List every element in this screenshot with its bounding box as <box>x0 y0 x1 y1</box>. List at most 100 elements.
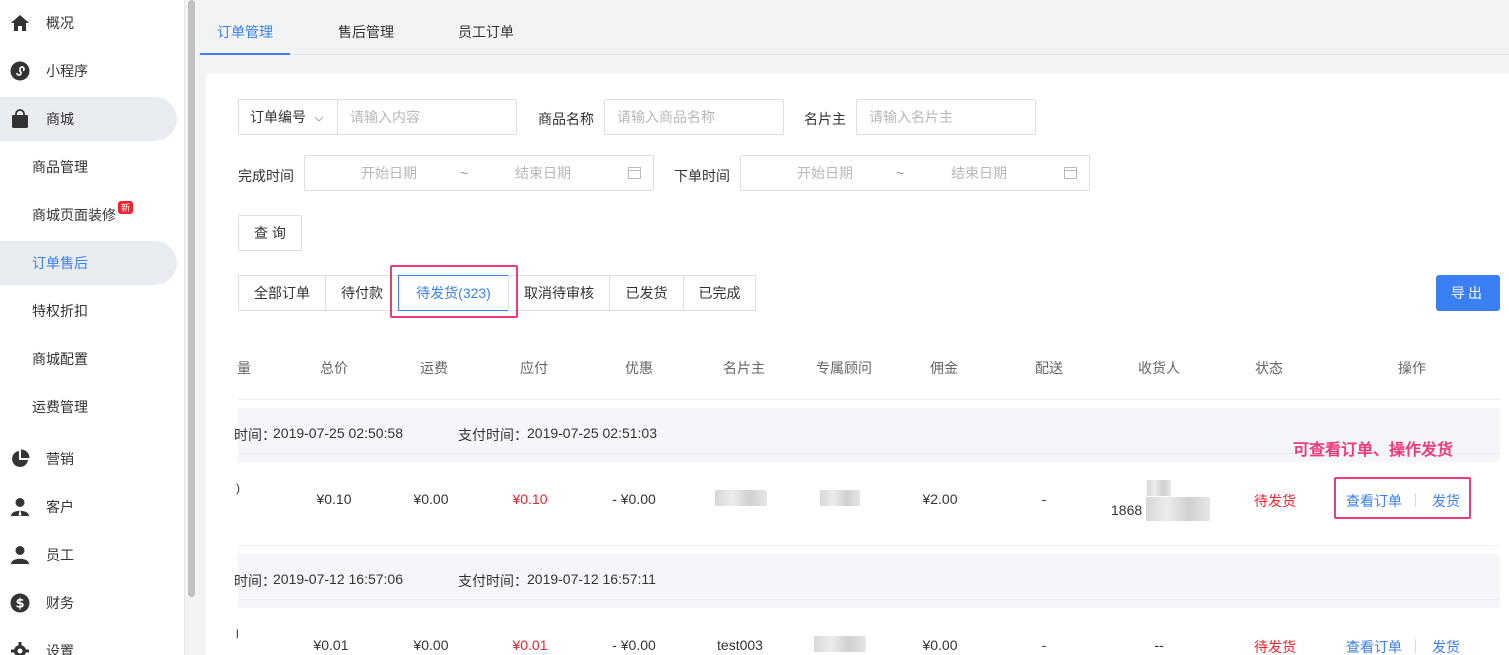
qty-cell: ) <box>236 481 240 495</box>
status-tab-all[interactable]: 全部订单 <box>238 275 326 311</box>
order-time-range[interactable]: 开始日期 ~ 结束日期 <box>740 155 1090 191</box>
column-header-commission: 佣金 <box>930 360 958 376</box>
sidebar-item-label: 营销 <box>46 451 74 467</box>
sidebar-sub-discount[interactable]: 特权折扣 <box>0 289 177 333</box>
top-tabs: 订单管理 售后管理 员工订单 <box>198 0 1509 55</box>
status-tab-unpaid[interactable]: 待付款 <box>325 275 399 311</box>
complete-time-range[interactable]: 开始日期 ~ 结束日期 <box>304 155 654 191</box>
card-owner-redacted <box>715 490 767 506</box>
sidebar-sub-orders[interactable]: 订单售后 <box>0 241 177 285</box>
export-button[interactable]: 导出 <box>1436 275 1500 311</box>
total-cell: ¥0.10 <box>316 491 352 507</box>
card-owner-placeholder: 请输入名片主 <box>869 109 953 125</box>
column-header-freight: 运费 <box>420 360 448 376</box>
new-badge: 新 <box>118 201 133 214</box>
product-name-input[interactable]: 请输入商品名称 <box>604 99 784 135</box>
sidebar-sub-label: 运费管理 <box>32 399 88 415</box>
sidebar-scrollbar[interactable] <box>186 0 198 655</box>
sidebar-sub-label: 商城页面装修 <box>32 207 116 223</box>
range-separator: ~ <box>896 165 905 181</box>
advisor-redacted <box>814 636 866 652</box>
content-input-placeholder: 请输入内容 <box>350 109 420 125</box>
sidebar-sub-label: 商城配置 <box>32 351 88 367</box>
column-header-actions: 操作 <box>1398 360 1426 376</box>
sidebar-sub-label: 订单售后 <box>32 255 88 271</box>
sidebar-item-label: 财务 <box>46 595 74 611</box>
total-cell: ¥0.01 <box>313 637 349 653</box>
column-header-advisor: 专属顾问 <box>816 360 872 376</box>
commission-cell: ¥2.00 <box>922 491 958 507</box>
receiver-cell: 1868 <box>1111 502 1143 518</box>
order-no-select-label: 订单编号 <box>250 109 306 125</box>
end-date-placeholder: 结束日期 <box>951 165 1007 181</box>
dollar-icon: $ <box>9 592 31 614</box>
home-icon <box>9 12 31 34</box>
commission-cell: ¥0.00 <box>922 637 958 653</box>
chevron-down-icon <box>314 109 324 125</box>
column-header-total: 总价 <box>320 360 348 376</box>
action-divider <box>1415 639 1416 653</box>
sidebar-item-label: 小程序 <box>46 63 88 79</box>
freight-cell: ¥0.00 <box>413 637 449 653</box>
start-date-placeholder: 开始日期 <box>361 165 417 181</box>
card-owner-label: 名片主 <box>804 111 846 127</box>
content-input[interactable]: 请输入内容 <box>337 99 517 135</box>
customer-icon <box>9 496 31 518</box>
order-time: 2019-07-25 02:50:58 <box>273 425 403 441</box>
status-cell: 待发货 <box>1254 493 1296 509</box>
sidebar-item-customer[interactable]: 客户 <box>0 485 177 529</box>
sidebar-sub-freight[interactable]: 运费管理 <box>0 385 177 429</box>
freight-cell: ¥0.00 <box>413 491 449 507</box>
status-tab-shipped[interactable]: 已发货 <box>609 275 684 311</box>
sidebar-item-overview[interactable]: 概况 <box>0 1 177 45</box>
pay-time-label: 支付时间： <box>458 427 528 443</box>
view-order-link[interactable]: 查看订单 <box>1346 637 1402 655</box>
table-divider <box>238 399 1500 400</box>
order-no-select[interactable]: 订单编号 <box>238 99 338 135</box>
sidebar-item-label: 设置 <box>46 643 74 655</box>
column-header-delivery: 配送 <box>1035 360 1063 376</box>
sidebar-sub-decoration[interactable]: 商城页面装修 新 <box>0 193 177 237</box>
sidebar-item-staff[interactable]: 员工 <box>0 533 177 577</box>
receiver-cell: -- <box>1154 637 1164 653</box>
complete-time-label: 完成时间 <box>238 168 294 184</box>
user-icon <box>9 544 31 566</box>
product-name-label: 商品名称 <box>538 111 594 127</box>
status-tab-completed[interactable]: 已完成 <box>683 275 756 311</box>
sidebar-item-label: 概况 <box>46 15 74 31</box>
ship-link[interactable]: 发货 <box>1432 637 1460 655</box>
order-time-label: 时间： <box>234 427 276 443</box>
column-header-qty: 量 <box>237 360 251 376</box>
sidebar: 概况 小程序 商城 商品管理 商城页面装修 新 订单售后 特权折扣 商城配置 运… <box>0 0 185 655</box>
pay-time: 2019-07-12 16:57:11 <box>527 571 656 587</box>
sidebar-item-marketing[interactable]: 营销 <box>0 437 177 481</box>
sidebar-sub-products[interactable]: 商品管理 <box>0 145 177 189</box>
table-divider <box>238 545 1500 546</box>
sidebar-item-miniprogram[interactable]: 小程序 <box>0 49 177 93</box>
column-header-card-owner: 名片主 <box>723 360 765 376</box>
sidebar-item-finance[interactable]: $ 财务 <box>0 581 177 625</box>
sidebar-item-mall[interactable]: 商城 <box>0 97 177 141</box>
gear-icon <box>9 640 31 655</box>
delivery-cell: - <box>1041 491 1047 507</box>
highlight-box <box>390 265 518 318</box>
product-name-placeholder: 请输入商品名称 <box>617 109 715 125</box>
qty-cell: l <box>236 627 239 641</box>
sidebar-sub-label: 商品管理 <box>32 159 88 175</box>
status-tab-cancel-review[interactable]: 取消待审核 <box>508 275 610 311</box>
annotation-text: 可查看订单、操作发货 <box>1293 442 1454 459</box>
tab-after-sales[interactable]: 售后管理 <box>320 0 412 55</box>
tab-staff-orders[interactable]: 员工订单 <box>440 0 532 55</box>
status-cell: 待发货 <box>1254 639 1296 655</box>
query-button[interactable]: 查 询 <box>238 215 302 251</box>
scrollbar-thumb[interactable] <box>188 0 195 597</box>
advisor-redacted <box>820 490 860 506</box>
start-date-placeholder: 开始日期 <box>797 165 853 181</box>
tab-order-management[interactable]: 订单管理 <box>200 0 290 55</box>
order-time-label: 下单时间 <box>674 168 730 184</box>
card-owner-input[interactable]: 请输入名片主 <box>856 99 1036 135</box>
calendar-icon <box>1064 166 1077 182</box>
sidebar-sub-config[interactable]: 商城配置 <box>0 337 177 381</box>
calendar-icon <box>628 166 641 182</box>
sidebar-item-settings[interactable]: 设置 <box>0 629 177 655</box>
